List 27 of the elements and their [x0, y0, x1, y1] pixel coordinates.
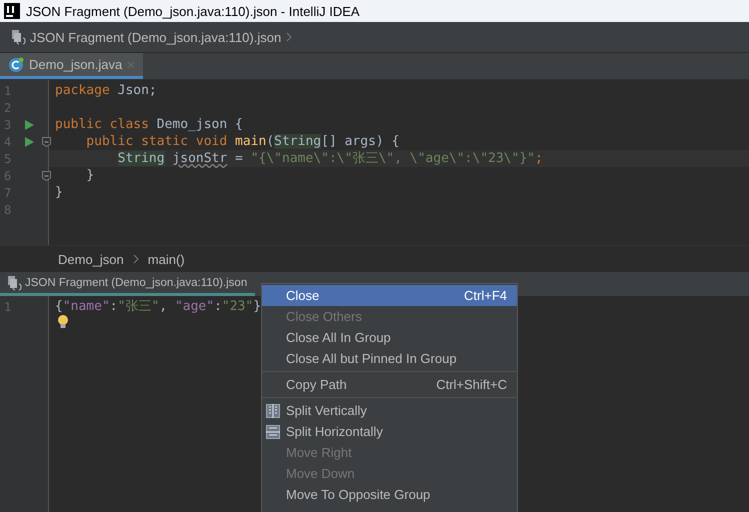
file-icon [6, 274, 22, 290]
close-icon [127, 60, 136, 68]
menu-item[interactable]: Close All In Group [262, 327, 517, 348]
menu-item[interactable]: Move To Opposite Group [262, 484, 517, 505]
editor-tab[interactable]: Demo_json.java [0, 53, 144, 79]
code-line: } [54, 184, 64, 201]
code-line: {"name":"张三", "age":"23"} [54, 298, 262, 315]
code-line: } [85, 167, 96, 184]
lightbulb-icon[interactable] [57, 315, 69, 329]
menu-item[interactable]: Close All but Pinned In Group [262, 348, 517, 369]
breadcrumb-item[interactable]: Demo_json [58, 252, 124, 266]
breadcrumb-item[interactable]: main() [148, 252, 185, 266]
rows-icon [266, 424, 280, 438]
chevron-icon [132, 254, 140, 264]
menu-item[interactable]: Split Vertically [262, 400, 517, 421]
menu-item[interactable]: Split Horizontally [262, 421, 517, 442]
code-line: public class Demo_json { [54, 116, 244, 133]
code-line: public static void main(String[] args) { [85, 133, 400, 150]
menu-item[interactable]: Close Ctrl+F4 [262, 285, 517, 306]
menu-item[interactable]: Copy Path Ctrl+Shift+C [262, 374, 517, 395]
chevron-icon [285, 32, 294, 42]
columns-icon [266, 404, 280, 418]
window-title: JSON Fragment (Demo_json.java:110).json - IntelliJ IDEA [26, 4, 360, 18]
breadcrumb-item[interactable]: JSON Fragment (Demo_json.java:110).json [30, 30, 282, 44]
file-icon [10, 29, 26, 45]
code-line: package Json; [54, 82, 158, 99]
class-icon [8, 56, 24, 72]
